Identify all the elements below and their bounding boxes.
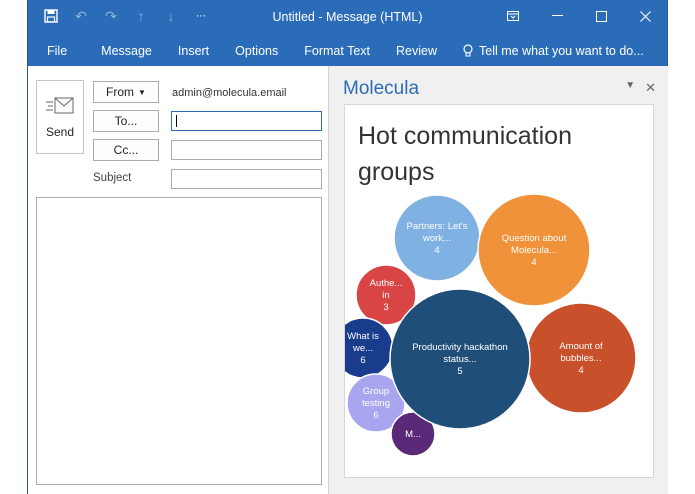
tab-review[interactable]: Review [383, 44, 450, 58]
tab-insert[interactable]: Insert [165, 44, 222, 58]
bubble-label: Question about [502, 233, 567, 244]
bubble-label: What is [347, 331, 379, 342]
minimize-icon[interactable] [535, 0, 579, 32]
outlook-message-window: ↶ ↷ ↑ ↓ ⋯ Untitled - Message (HTML) File [27, 0, 668, 494]
message-body[interactable] [36, 197, 322, 485]
bubble-value: 6 [360, 355, 365, 366]
subject-label: Subject [93, 172, 132, 184]
subject-field[interactable] [171, 169, 322, 189]
bubble-value: 6 [373, 410, 378, 421]
bubble-label: Authe... [370, 278, 403, 289]
addin-title: Molecula [343, 78, 420, 99]
bubble-label: we... [352, 343, 373, 354]
bubble-label: bubbles... [560, 353, 601, 364]
cc-field[interactable] [171, 140, 322, 160]
bubble-label: status... [443, 354, 476, 365]
bubble-chart: Partners: Let'swork...4Question aboutMol… [345, 193, 637, 457]
to-field[interactable] [171, 111, 322, 131]
lightbulb-icon [463, 44, 473, 57]
pane-close-icon[interactable]: ✕ [645, 80, 656, 96]
bubble-chart-card: Hot communication groups Partners: Let's… [344, 104, 654, 478]
compose-area: Send From ▼ admin@molecula.email To... C… [28, 66, 328, 494]
bubble-4[interactable]: Amount ofbubbles...4 [525, 302, 637, 414]
send-button[interactable]: Send [36, 80, 84, 154]
molecula-addin-pane: Molecula ▼ ✕ Hot communication groups Pa… [328, 66, 668, 494]
bubble-label: Molecula... [511, 245, 557, 256]
window-controls [491, 0, 667, 32]
bubble-value: 4 [578, 365, 583, 376]
bubble-label: work... [422, 233, 451, 244]
ribbon-display-icon[interactable] [491, 0, 535, 32]
maximize-icon[interactable] [579, 0, 623, 32]
from-value: admin@molecula.email [172, 87, 287, 99]
close-icon[interactable] [623, 0, 667, 32]
to-button[interactable]: To... [93, 110, 159, 132]
bubble-5[interactable]: What iswe...6 [345, 317, 394, 379]
ribbon-tabs: File Message Insert Options Format Text … [28, 36, 667, 66]
tab-options[interactable]: Options [222, 44, 291, 58]
to-label: To... [114, 114, 138, 128]
tell-me-text: Tell me what you want to do... [479, 44, 644, 58]
bubble-label: Partners: Let's [407, 221, 468, 232]
tab-message[interactable]: Message [88, 44, 165, 58]
from-label: From [106, 85, 135, 99]
tab-file[interactable]: File [28, 44, 88, 58]
text-cursor [176, 115, 177, 127]
bubble-value: 5 [457, 366, 462, 377]
tab-format-text[interactable]: Format Text [291, 44, 383, 58]
bubble-value: 4 [434, 245, 439, 256]
send-label: Send [45, 125, 75, 139]
pane-options-icon[interactable]: ▼ [625, 80, 635, 96]
bubble-0[interactable]: Partners: Let'swork...4 [393, 194, 481, 282]
bubble-3[interactable]: Productivity hackathonstatus...5 [389, 288, 531, 430]
bubble-value: 4 [531, 257, 536, 268]
bubble-value: 3 [383, 302, 388, 313]
cc-button[interactable]: Cc... [93, 139, 159, 161]
title-bar: ↶ ↷ ↑ ↓ ⋯ Untitled - Message (HTML) [28, 0, 667, 36]
bubble-label: Group [363, 386, 389, 397]
bubble-label: testing [362, 398, 390, 409]
bubble-label: Amount of [559, 341, 603, 352]
cc-label: Cc... [113, 143, 139, 157]
bubble-1[interactable]: Question aboutMolecula...4 [477, 193, 591, 307]
chevron-down-icon: ▼ [138, 87, 146, 97]
send-envelope-icon [46, 97, 74, 114]
from-button[interactable]: From ▼ [93, 81, 159, 103]
bubble-label: Productivity hackathon [412, 342, 508, 353]
tell-me-box[interactable]: Tell me what you want to do... [450, 44, 657, 58]
bubble-label: M... [405, 429, 421, 440]
bubble-label: in [382, 290, 389, 301]
